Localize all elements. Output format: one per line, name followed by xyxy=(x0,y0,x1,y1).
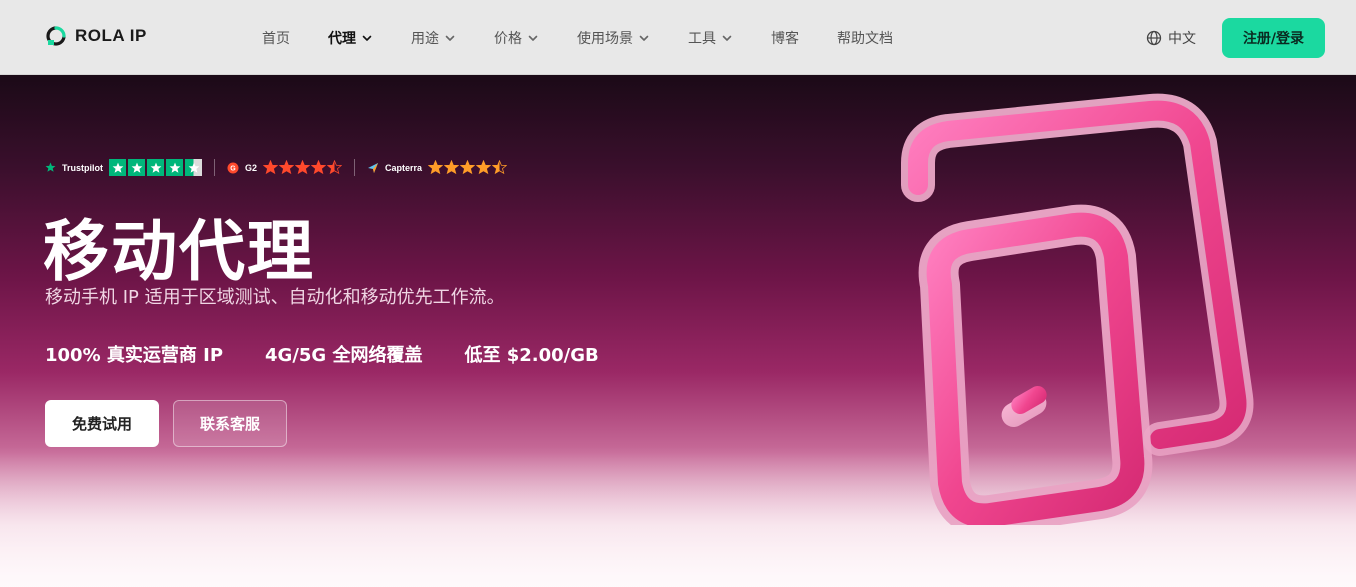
star-icon xyxy=(428,160,444,175)
rating-source-name: G2 xyxy=(245,162,258,173)
star-icon xyxy=(188,162,199,173)
star-box xyxy=(128,159,145,176)
rating-badge[interactable]: Capterra xyxy=(367,160,508,175)
star-icon xyxy=(279,160,295,175)
feature-item: 低至 $2.00/GB xyxy=(464,345,599,366)
nav-item[interactable]: 博客 xyxy=(771,28,799,48)
star-box xyxy=(166,159,183,176)
capterra-logo-icon xyxy=(368,162,379,173)
star-icon xyxy=(150,162,161,173)
star-box xyxy=(109,159,126,176)
hero-subtitle: 移动手机 IP 适用于区域测试、自动化和移动优先工作流。 xyxy=(45,287,505,308)
language-switcher[interactable]: 中文 xyxy=(1146,28,1196,48)
star-icon xyxy=(460,160,476,175)
star-icon xyxy=(327,160,343,175)
globe-icon xyxy=(1146,30,1162,46)
free-trial-button[interactable]: 免费试用 xyxy=(45,400,159,447)
nav-item-label: 用途 xyxy=(411,30,439,47)
star-rating xyxy=(263,160,343,175)
nav-item-label: 博客 xyxy=(771,30,799,47)
nav-item[interactable]: 价格 xyxy=(494,28,539,48)
divider xyxy=(214,159,215,176)
hero-section: Trustpilot G G2 Capterra 移动代理 移动手机 IP 适用于区域… xyxy=(0,75,1356,587)
rating-source-name: Capterra xyxy=(385,162,423,173)
nav-item[interactable]: 首页 xyxy=(262,28,290,48)
nav-item[interactable]: 工具 xyxy=(688,28,733,48)
feature-list: 100% 真实运营商 IP 4G/5G 全网络覆盖 低至 $2.00/GB xyxy=(45,341,599,367)
star-icon xyxy=(444,160,460,175)
feature-item: 100% 真实运营商 IP xyxy=(45,345,224,366)
nav-item[interactable]: 使用场景 xyxy=(577,28,650,48)
nav-item[interactable]: 用途 xyxy=(411,28,456,48)
nav-item-label: 帮助文档 xyxy=(837,30,893,47)
star-icon xyxy=(112,162,123,173)
star-icon xyxy=(131,162,142,173)
brand-name: ROLA IP xyxy=(75,26,147,45)
nav-item[interactable]: 代理 xyxy=(328,28,373,48)
star-icon xyxy=(311,160,327,175)
chevron-down-icon xyxy=(445,35,455,41)
star-icon xyxy=(263,160,279,175)
rating-badge[interactable]: G G2 xyxy=(227,160,343,175)
nav-item-label: 价格 xyxy=(494,30,522,47)
star-icon xyxy=(295,160,311,175)
top-navbar: ROLA IP 首页 代理 用途 价格 使用场景 工具 博客 帮助文档 中文 注册/登录 xyxy=(0,0,1356,75)
nav-item-label: 工具 xyxy=(688,30,716,47)
rating-source-name: Trustpilot xyxy=(62,162,103,173)
star-box xyxy=(147,159,164,176)
main-menu: 首页 代理 用途 价格 使用场景 工具 博客 帮助文档 xyxy=(262,0,931,75)
svg-text:G: G xyxy=(230,165,236,172)
page-title: 移动代理 xyxy=(43,213,315,290)
star-rating xyxy=(428,160,508,175)
chevron-down-icon xyxy=(528,35,538,41)
nav-item-label: 使用场景 xyxy=(577,30,633,47)
signup-login-button[interactable]: 注册/登录 xyxy=(1222,18,1325,58)
star-icon xyxy=(476,160,492,175)
contact-support-button[interactable]: 联系客服 xyxy=(173,400,287,447)
star-box xyxy=(185,159,202,176)
g2-logo-icon: G xyxy=(227,162,239,173)
nav-item[interactable]: 帮助文档 xyxy=(837,28,893,48)
feature-item: 4G/5G 全网络覆盖 xyxy=(265,345,423,366)
rating-badge[interactable]: Trustpilot xyxy=(45,159,202,176)
star-rating xyxy=(109,159,202,176)
ratings-bar: Trustpilot G G2 Capterra xyxy=(45,159,508,176)
chevron-down-icon xyxy=(722,35,732,41)
star-icon xyxy=(492,160,508,175)
trustpilot-star-icon xyxy=(45,162,56,172)
chevron-down-icon xyxy=(639,35,649,41)
nav-item-label: 首页 xyxy=(262,30,290,47)
chevron-down-icon xyxy=(362,35,372,41)
brand-logo[interactable]: ROLA IP xyxy=(46,26,147,46)
language-label: 中文 xyxy=(1168,31,1196,47)
mobile-phone-icon xyxy=(901,93,1254,525)
nav-item-label: 代理 xyxy=(328,30,356,47)
divider xyxy=(354,159,356,176)
star-icon xyxy=(169,162,180,173)
rola-logo-icon xyxy=(46,26,66,46)
